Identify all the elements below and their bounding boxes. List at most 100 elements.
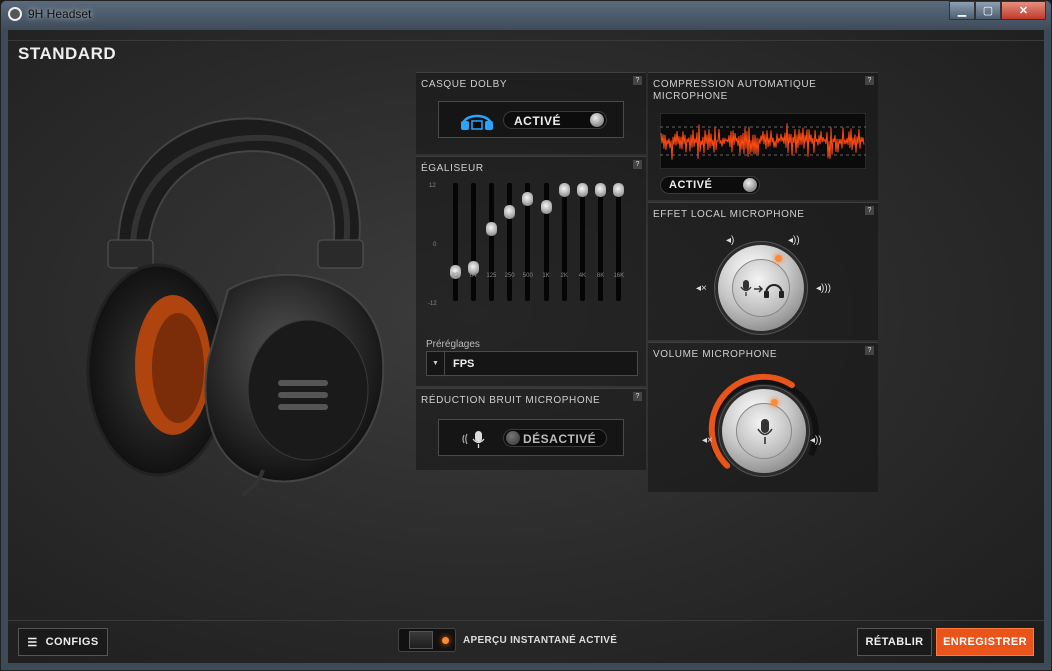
dolby-toggle[interactable]: ACTIVÉ (503, 111, 607, 129)
minimize-button[interactable]: ▁ (949, 1, 975, 20)
divider (8, 620, 1044, 621)
help-icon[interactable]: ? (865, 206, 874, 215)
toggle-knob (743, 178, 757, 192)
eq-frequency-label: 2K (560, 273, 568, 279)
configs-label: CONFIGS (45, 636, 99, 648)
toggle-knob (506, 431, 520, 445)
eq-slider-thumb[interactable] (576, 183, 588, 197)
eq-frequency-label: 32 (451, 273, 459, 279)
dolby-state: ACTIVÉ (514, 114, 562, 128)
sidetone-title: EFFET LOCAL MICROPHONE (653, 209, 805, 220)
live-preview-switch[interactable] (398, 628, 456, 652)
chevron-down-icon: ▼ (427, 352, 445, 375)
configs-button[interactable]: ☰ CONFIGS (18, 628, 108, 656)
compression-title-line2: MICROPHONE (653, 91, 728, 102)
eq-slider-track[interactable] (616, 183, 622, 301)
divider (8, 40, 1044, 41)
compression-state: ACTIVÉ (669, 179, 713, 191)
help-icon[interactable]: ? (633, 392, 642, 401)
help-icon[interactable]: ? (865, 346, 874, 355)
help-icon[interactable]: ? (633, 160, 642, 169)
eq-slider-thumb[interactable] (522, 191, 534, 206)
eq-frequency-label: 500 (522, 273, 533, 279)
steelseries-logo-icon (8, 7, 22, 21)
eq-slider-track[interactable] (470, 183, 476, 301)
volume-low-icon: ◂) (726, 235, 735, 246)
eq-frequency-label: 8K (596, 273, 605, 279)
maximize-button[interactable]: ▢ (975, 1, 1001, 20)
eq-frequency-label: 250 (504, 273, 515, 279)
eq-frequency-label: 125 (486, 273, 497, 279)
noise-toggle-box: DÉSACTIVÉ (438, 419, 624, 456)
eq-slider-thumb[interactable] (485, 222, 497, 236)
switch-thumb (409, 631, 433, 649)
help-icon[interactable]: ? (865, 76, 874, 85)
equalizer-title: ÉGALISEUR (421, 163, 484, 174)
switch-led-indicator (442, 637, 449, 644)
dial-center (732, 259, 790, 317)
dolby-title: CASQUE DOLBY (421, 79, 508, 90)
save-button[interactable]: ENREGISTRER (936, 628, 1034, 656)
waveform-display (660, 113, 866, 169)
compression-panel: COMPRESSION AUTOMATIQUE MICROPHONE ? ACT… (648, 72, 878, 200)
dial-center (736, 403, 792, 459)
noise-reduction-toggle[interactable]: DÉSACTIVÉ (503, 429, 607, 447)
eq-slider-track[interactable] (598, 183, 604, 301)
reset-button[interactable]: RÉTABLIR (857, 628, 932, 656)
microphone-icon (757, 419, 773, 444)
mic-to-headphones-icon (740, 280, 784, 298)
noise-reduction-panel: RÉDUCTION BRUIT MICROPHONE ? DÉSACTIVÉ (416, 388, 646, 470)
mute-icon: ◂× (696, 283, 707, 294)
dolby-panel: CASQUE DOLBY ? ACTIVÉ (416, 72, 646, 154)
mute-icon: ◂× (702, 435, 713, 446)
dial-indicator (775, 255, 782, 262)
eq-scale-bottom: -12 (428, 301, 437, 307)
eq-slider-track[interactable] (452, 183, 458, 301)
dolby-toggle-box: ACTIVÉ (438, 101, 624, 138)
volume-high-icon: ◂))) (816, 283, 832, 294)
volume-mid-icon: ◂)) (788, 235, 800, 246)
compression-title: COMPRESSION AUTOMATIQUE MICROPHONE (653, 79, 816, 103)
eq-frequency-label: 4K (578, 273, 587, 279)
sidetone-panel: EFFET LOCAL MICROPHONE ? ◂) ◂)) ◂× ◂))) (648, 202, 878, 340)
noise-reduction-state: DÉSACTIVÉ (523, 432, 597, 446)
compression-toggle[interactable]: ACTIVÉ (660, 176, 760, 194)
preset-value: FPS (453, 358, 475, 370)
headset-image (86, 117, 385, 497)
title-bar[interactable]: 9H Headset ▁ ▢ ✕ (0, 0, 1052, 28)
eq-slider-thumb[interactable] (540, 200, 552, 215)
dial-indicator (771, 399, 778, 406)
microphone-noise-icon (462, 431, 485, 448)
eq-slider-track[interactable] (561, 183, 567, 301)
noise-reduction-title: RÉDUCTION BRUIT MICROPHONE (421, 395, 601, 406)
eq-frequency-label: 16K (613, 273, 625, 279)
dolby-headphones-icon (461, 114, 493, 130)
window-title: 9H Headset (28, 7, 92, 21)
client-area: STANDARD CASQUE DOLBY ? ACTIVÉ ÉGALISEUR… (8, 30, 1044, 663)
eq-scale-mid: 0 (433, 242, 437, 248)
sidetone-dial[interactable] (718, 245, 804, 331)
eq-frequency-label: 64 (469, 273, 477, 279)
mic-volume-title: VOLUME MICROPHONE (653, 349, 778, 360)
compression-title-line1: COMPRESSION AUTOMATIQUE (653, 79, 817, 90)
eq-slider-thumb[interactable] (504, 204, 516, 219)
eq-slider-thumb[interactable] (595, 183, 607, 197)
eq-scale-top: 12 (429, 183, 436, 189)
list-icon: ☰ (27, 636, 38, 649)
volume-high-icon: ◂)) (810, 435, 822, 446)
mic-volume-panel: VOLUME MICROPHONE ? ◂× ◂)) (648, 342, 878, 492)
live-preview-label: APERÇU INSTANTANÉ ACTIVÉ (463, 635, 618, 646)
mic-volume-dial[interactable] (722, 389, 806, 473)
eq-slider-track[interactable] (579, 183, 585, 301)
eq-slider-track[interactable] (488, 183, 494, 301)
eq-slider-thumb[interactable] (613, 183, 625, 197)
help-icon[interactable]: ? (633, 76, 642, 85)
preset-dropdown[interactable]: ▼ FPS (426, 351, 638, 376)
eq-slider-thumb[interactable] (558, 183, 570, 197)
presets-label: Préréglages (426, 339, 480, 350)
page-title: STANDARD (18, 44, 117, 63)
close-button[interactable]: ✕ (1001, 1, 1046, 20)
toggle-knob (590, 113, 604, 127)
eq-frequency-label: 1K (542, 273, 550, 279)
eq-slider-track[interactable] (507, 183, 513, 301)
